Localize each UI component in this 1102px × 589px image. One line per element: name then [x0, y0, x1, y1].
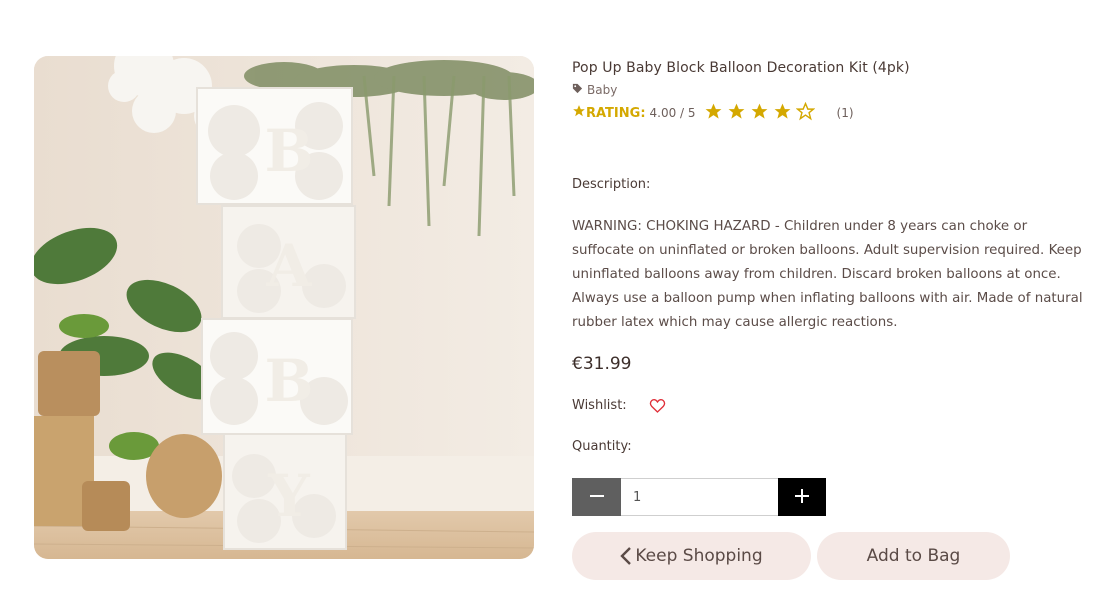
- product-category[interactable]: Baby: [572, 82, 1087, 98]
- quantity-decrease-button[interactable]: [572, 478, 621, 516]
- rating-row: RATING: 4.00 / 5 (1): [572, 101, 1087, 125]
- product-info: Pop Up Baby Block Balloon Decoration Kit…: [572, 58, 1087, 124]
- keep-shopping-button[interactable]: Keep Shopping: [572, 532, 811, 580]
- block-letter-4: Y: [267, 462, 310, 530]
- wishlist-label: Wishlist:: [572, 398, 627, 413]
- product-title: Pop Up Baby Block Balloon Decoration Kit…: [572, 60, 910, 76]
- block-letter-1: B: [264, 117, 313, 185]
- add-to-bag-label: Add to Bag: [866, 546, 961, 566]
- category-label: Baby: [587, 83, 618, 97]
- rating-stars: [704, 101, 815, 125]
- star-filled-icon: [773, 102, 792, 125]
- description-text: WARNING: CHOKING HAZARD - Children under…: [572, 219, 1083, 330]
- plus-icon: [795, 488, 809, 507]
- rating-label: RATING:: [572, 104, 646, 122]
- star-icon: [572, 104, 586, 122]
- heart-icon[interactable]: [649, 398, 666, 413]
- block-letter-2: A: [265, 232, 312, 300]
- quantity-stepper: [572, 478, 826, 516]
- rating-count: (1): [836, 106, 854, 120]
- keep-shopping-label: Keep Shopping: [635, 546, 763, 566]
- chevron-left-icon: [620, 547, 632, 565]
- tag-icon: [572, 83, 583, 97]
- description-label: Description:: [572, 177, 651, 192]
- product-image: B A B Y: [34, 56, 534, 559]
- quantity-input[interactable]: [621, 478, 778, 516]
- wishlist-row: Wishlist:: [572, 398, 666, 413]
- quantity-increase-button[interactable]: [778, 478, 826, 516]
- rating-score: 4.00 / 5: [649, 106, 696, 120]
- star-filled-icon: [750, 102, 769, 125]
- quantity-label: Quantity:: [572, 439, 632, 454]
- star-filled-icon: [727, 102, 746, 125]
- block-letter-3: B: [264, 347, 313, 415]
- product-price: €31.99: [572, 354, 632, 374]
- add-to-bag-button[interactable]: Add to Bag: [817, 532, 1010, 580]
- star-empty-icon: [795, 101, 815, 125]
- minus-icon: [589, 488, 604, 507]
- star-filled-icon: [704, 102, 723, 125]
